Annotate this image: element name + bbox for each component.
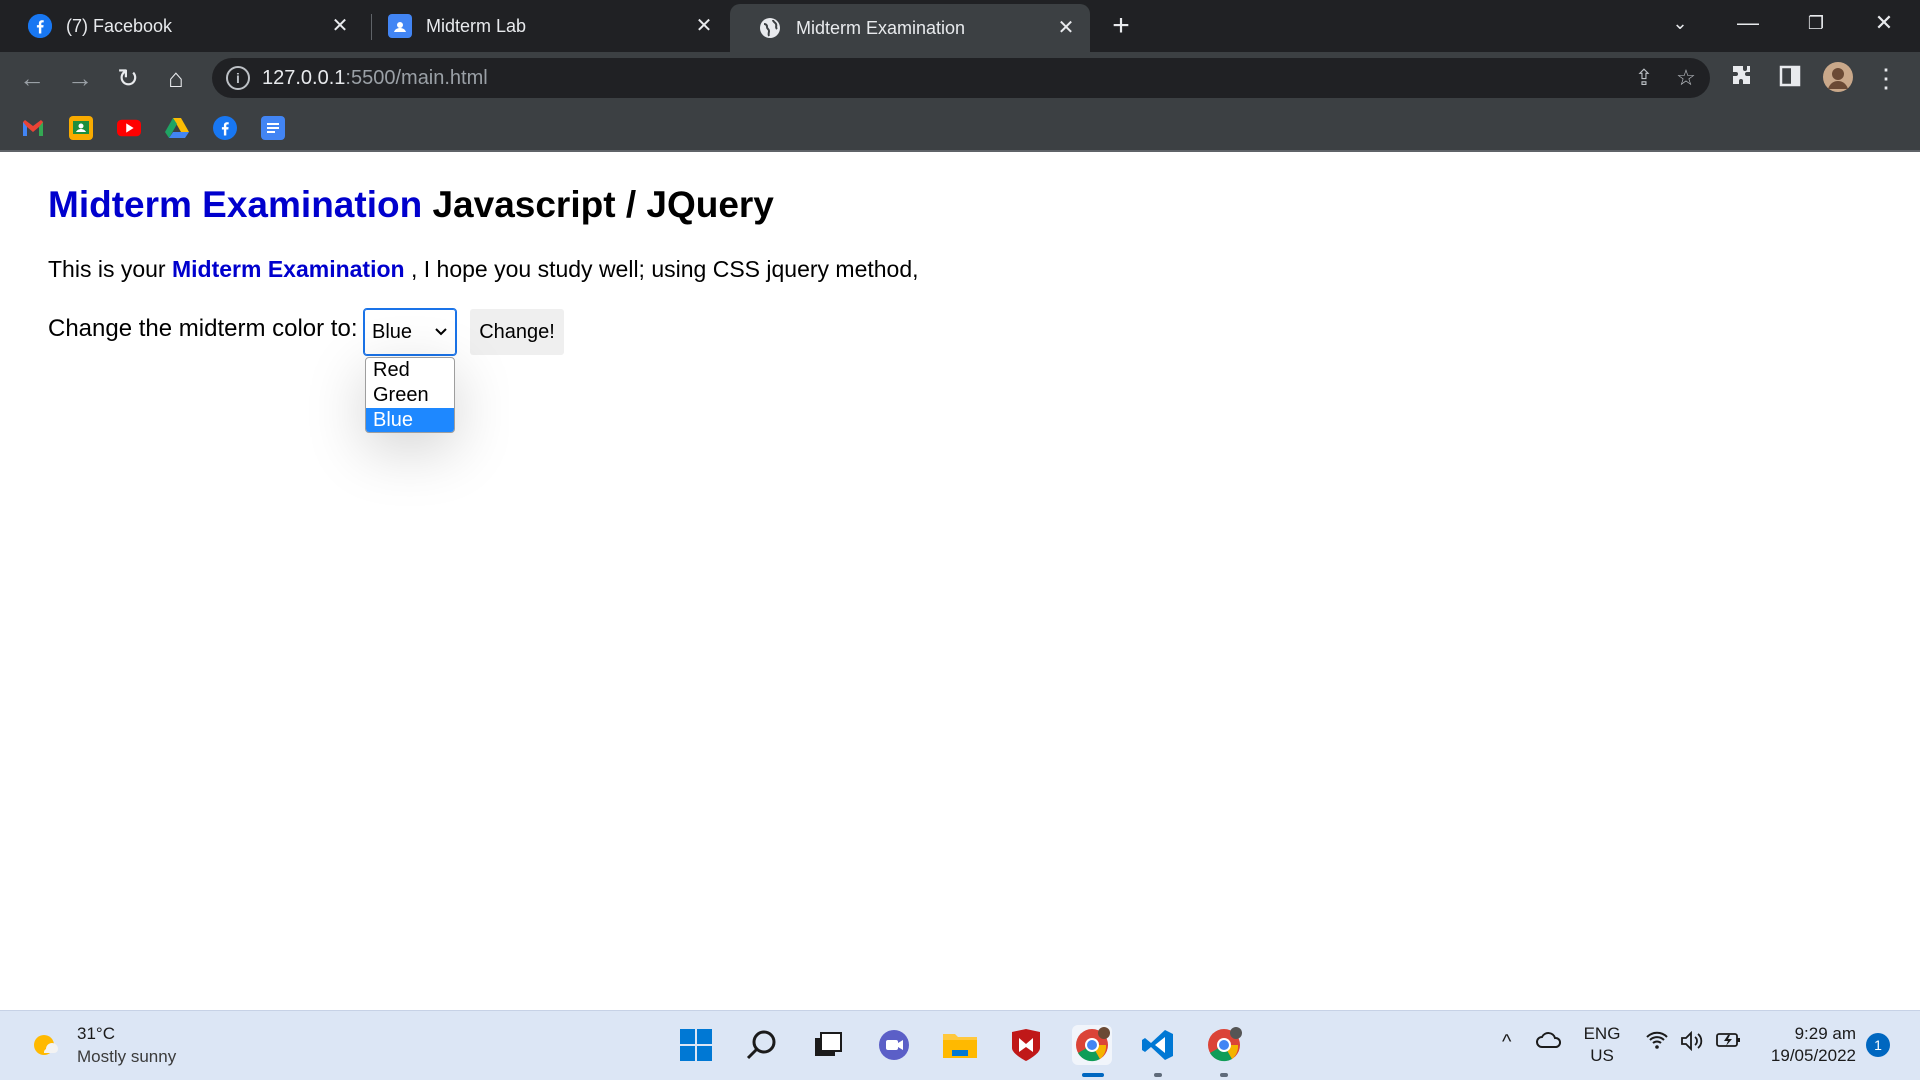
- windows-start-icon[interactable]: [676, 1025, 716, 1065]
- tab-midterm-lab[interactable]: Midterm Lab ✕: [360, 4, 728, 48]
- chrome-menu-icon[interactable]: ⋮: [1870, 62, 1902, 94]
- share-icon[interactable]: ⇪: [1630, 64, 1658, 92]
- close-tab-icon[interactable]: ✕: [328, 14, 352, 38]
- tab-midterm-examination[interactable]: Midterm Examination ✕: [730, 4, 1090, 52]
- running-app-indicator: [1154, 1073, 1162, 1077]
- page-content: Midterm Examination Javascript / JQuery …: [0, 152, 1920, 1010]
- close-tab-icon[interactable]: ✕: [1054, 16, 1078, 40]
- forward-icon[interactable]: →: [64, 62, 96, 94]
- weather-desc[interactable]: Mostly sunny: [77, 1047, 176, 1067]
- color-select[interactable]: Blue: [363, 308, 457, 356]
- tab-search-icon[interactable]: ⌄: [1660, 8, 1700, 38]
- midterm-highlight: Midterm Examination: [48, 184, 423, 225]
- minimize-icon[interactable]: —: [1728, 8, 1768, 38]
- vscode-icon[interactable]: [1138, 1025, 1178, 1065]
- site-info-icon[interactable]: i: [226, 66, 250, 90]
- classroom-icon: [388, 14, 412, 38]
- option-red[interactable]: Red: [366, 358, 454, 383]
- active-app-indicator: [1082, 1073, 1104, 1077]
- battery-charging-icon[interactable]: [1716, 1031, 1742, 1055]
- chrome-profile-icon[interactable]: [1204, 1025, 1244, 1065]
- task-view-icon[interactable]: [808, 1025, 848, 1065]
- option-blue[interactable]: Blue: [366, 408, 454, 432]
- tab-title: Midterm Examination: [796, 17, 966, 38]
- volume-icon[interactable]: [1680, 1030, 1704, 1057]
- classroom-icon[interactable]: [69, 116, 93, 140]
- option-green[interactable]: Green: [366, 383, 454, 408]
- language-indicator[interactable]: ENG US: [1580, 1023, 1624, 1067]
- tab-title: (7) Facebook: [66, 15, 173, 36]
- side-panel-icon[interactable]: [1774, 62, 1806, 94]
- mcafee-icon[interactable]: [1006, 1025, 1046, 1065]
- google-drive-icon[interactable]: [165, 116, 189, 140]
- browser-toolbar: ← → ↻ ⌂ i 127.0.0.1:5500/main.html ⇪ ☆ ⋮: [0, 52, 1920, 104]
- reload-icon[interactable]: ↻: [112, 62, 144, 94]
- tab-facebook[interactable]: (7) Facebook ✕: [0, 4, 364, 48]
- restore-icon[interactable]: ❐: [1796, 8, 1836, 38]
- url-text[interactable]: 127.0.0.1:5500/main.html: [262, 67, 488, 90]
- extensions-icon[interactable]: [1726, 62, 1758, 94]
- bookmark-star-icon[interactable]: ☆: [1672, 64, 1700, 92]
- windows-taskbar: 31°C Mostly sunny ^ ENGUS 9:29 am19/05: [0, 1010, 1920, 1080]
- onedrive-cloud-icon[interactable]: [1536, 1031, 1562, 1055]
- midterm-highlight: Midterm Examination: [171, 256, 405, 282]
- close-tab-icon[interactable]: ✕: [692, 14, 716, 38]
- weather-sunny-icon[interactable]: [30, 1029, 62, 1061]
- tab-strip: (7) Facebook ✕ Midterm Lab ✕ Midterm Exa…: [0, 0, 1920, 52]
- tab-title: Midterm Lab: [426, 15, 527, 36]
- facebook-icon: [28, 14, 52, 38]
- wifi-icon[interactable]: [1646, 1031, 1668, 1055]
- color-dropdown-list: Red Green Blue: [365, 357, 455, 433]
- chrome-icon[interactable]: [1072, 1025, 1112, 1065]
- select-value: Blue: [372, 321, 413, 343]
- change-button[interactable]: Change!: [470, 309, 564, 355]
- chevron-down-icon: [435, 328, 447, 336]
- facebook-icon[interactable]: [213, 116, 237, 140]
- close-window-icon[interactable]: ✕: [1864, 8, 1904, 38]
- file-explorer-icon[interactable]: [940, 1025, 980, 1065]
- running-app-indicator: [1220, 1073, 1228, 1077]
- home-icon[interactable]: ⌂: [160, 62, 192, 94]
- address-bar[interactable]: i 127.0.0.1:5500/main.html ⇪ ☆: [212, 58, 1710, 98]
- clock[interactable]: 9:29 am 19/05/2022: [1760, 1023, 1856, 1067]
- notification-badge[interactable]: 1: [1866, 1033, 1890, 1057]
- show-hidden-icons-icon[interactable]: ^: [1502, 1031, 1511, 1054]
- profile-avatar[interactable]: [1822, 62, 1854, 94]
- weather-temp[interactable]: 31°C: [77, 1024, 115, 1044]
- intro-paragraph: This is your Midterm Examination , I hop…: [48, 256, 919, 282]
- globe-icon: [758, 16, 782, 40]
- heading-rest: Javascript / JQuery: [432, 184, 774, 225]
- search-icon[interactable]: [742, 1025, 782, 1065]
- bookmarks-bar: [0, 104, 1920, 152]
- back-icon[interactable]: ←: [16, 62, 48, 94]
- page-heading: Midterm Examination Javascript / JQuery: [48, 184, 774, 226]
- google-docs-icon[interactable]: [261, 116, 285, 140]
- youtube-icon[interactable]: [117, 116, 141, 140]
- new-tab-button[interactable]: +: [1106, 11, 1136, 42]
- teams-chat-icon[interactable]: [874, 1025, 914, 1065]
- color-label: Change the midterm color to:: [48, 315, 358, 342]
- gmail-icon[interactable]: [21, 116, 45, 140]
